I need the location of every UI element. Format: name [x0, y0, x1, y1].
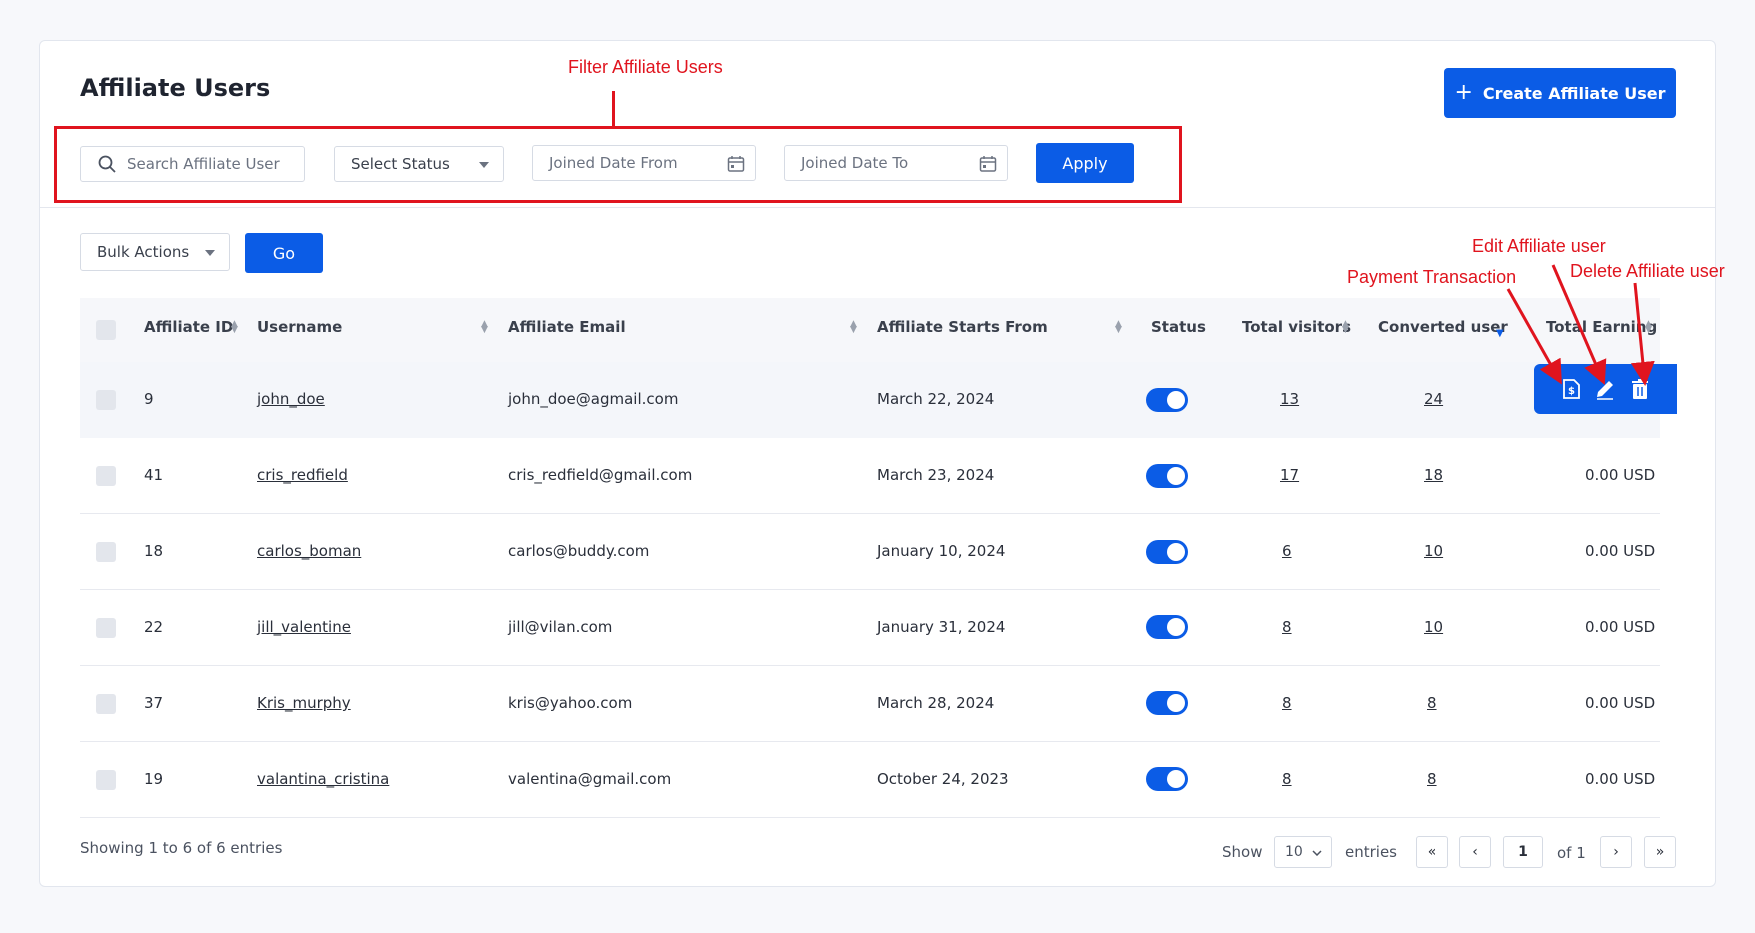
- page-total-label: of 1: [1557, 844, 1586, 862]
- entries-info: Showing 1 to 6 of 6 entries: [80, 839, 283, 857]
- entries-label: entries: [1345, 843, 1397, 861]
- page-size-value: 10: [1285, 844, 1303, 860]
- next-page-button[interactable]: ›: [1600, 836, 1632, 868]
- annotation-arrows: [1506, 264, 1655, 386]
- first-page-button[interactable]: «: [1416, 836, 1448, 868]
- page-size-select[interactable]: 10: [1274, 836, 1332, 868]
- prev-page-button[interactable]: ‹: [1459, 836, 1491, 868]
- current-page-input[interactable]: 1: [1503, 836, 1543, 868]
- last-page-button[interactable]: »: [1644, 836, 1676, 868]
- show-label: Show: [1222, 843, 1263, 861]
- chevron-down-icon: [1312, 850, 1322, 856]
